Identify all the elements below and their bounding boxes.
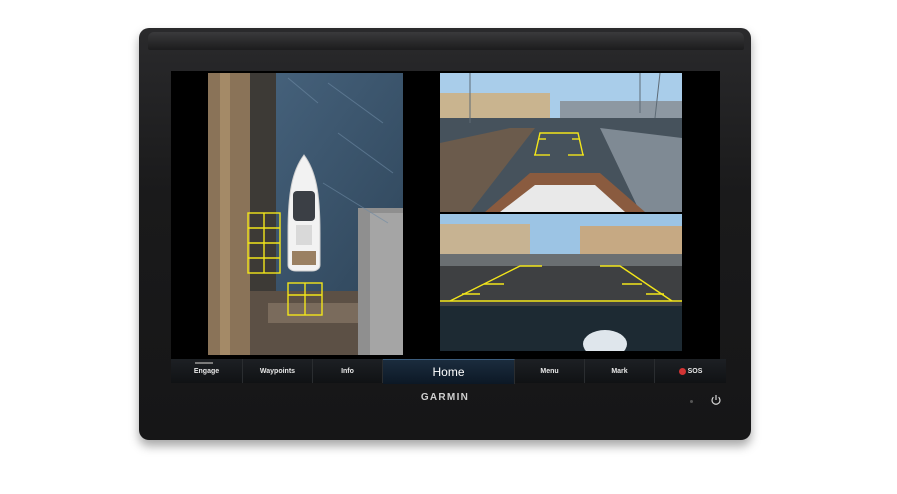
engage-label: Engage [193,367,220,375]
mark-button[interactable]: Mark [585,359,655,383]
power-icon[interactable] [710,394,722,406]
device-top-edge [148,32,744,50]
surround-view-image [208,73,403,355]
info-label: Info [341,367,354,375]
mark-label: Mark [611,367,628,375]
engage-button[interactable]: Engage [171,359,243,383]
waypoints-button[interactable]: Waypoints [243,359,313,383]
sos-label: SOS [687,367,703,375]
home-label: Home [432,365,465,379]
sos-icon [678,367,686,375]
brand-logo: GARMIN [420,392,470,403]
stern-camera-image [440,214,682,351]
softkey-bar: Engage Waypoints Info Home Menu Mark SOS [171,359,726,384]
home-button[interactable]: Home [383,359,515,384]
status-led [690,400,693,403]
stern-camera-pane[interactable] [440,214,682,351]
waypoints-label: Waypoints [259,367,296,375]
info-button[interactable]: Info [313,359,383,383]
bow-camera-pane[interactable] [440,73,682,212]
engage-indicator [195,362,213,364]
bow-camera-image [440,73,682,212]
display-screen: Engage Waypoints Info Home Menu Mark SOS [171,71,726,384]
menu-label: Menu [540,367,559,375]
menu-button[interactable]: Menu [515,359,585,383]
surround-view-pane[interactable] [208,73,403,355]
sos-button[interactable]: SOS [655,359,726,383]
